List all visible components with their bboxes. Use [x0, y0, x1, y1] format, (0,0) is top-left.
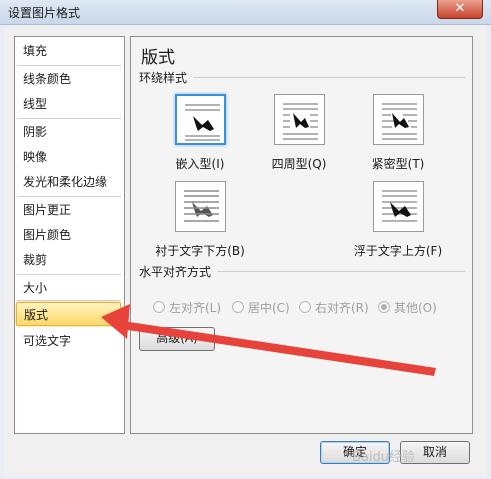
radio-circle [232, 301, 244, 313]
wrap-option-square[interactable] [274, 94, 325, 145]
nav-separator [17, 118, 121, 119]
nav-item-reflection[interactable]: 映像 [16, 145, 121, 169]
window-title: 设置图片格式 [8, 6, 81, 20]
behind-text-icon [184, 190, 219, 222]
nav-item-crop[interactable]: 裁剪 [16, 248, 121, 272]
wrap-option-label: 浮于文字上方(F) [353, 244, 443, 258]
nav-item-layout[interactable]: 版式 [16, 302, 121, 326]
radio-circle [378, 301, 390, 313]
nav-separator [17, 65, 121, 66]
close-button[interactable]: ✕ [437, 0, 483, 19]
radio-label: 左对齐(L) [169, 301, 222, 315]
panel-title: 版式 [141, 48, 175, 68]
wrap-option-tight[interactable] [373, 94, 424, 145]
tight-wrap-icon [382, 103, 417, 140]
nav-item-picture-color[interactable]: 图片颜色 [16, 223, 121, 247]
nav-item-size[interactable]: 大小 [16, 276, 121, 300]
wrap-option-label: 嵌入型(I) [175, 157, 225, 171]
group-divider [217, 271, 465, 272]
wrap-style-group-label: 环绕样式 [139, 71, 188, 85]
radio-label: 其他(O) [394, 301, 437, 315]
horizontal-align-group-label: 水平对齐方式 [139, 265, 212, 279]
advanced-button[interactable]: 高级(A) [139, 327, 215, 351]
inline-wrap-icon [185, 104, 220, 141]
nav-item-line-color[interactable]: 线条颜色 [16, 67, 121, 91]
nav-separator [17, 196, 121, 197]
group-divider [193, 77, 465, 78]
nav-item-glow-soft-edges[interactable]: 发光和柔化边缘 [16, 170, 121, 194]
wrap-option-inline[interactable] [175, 94, 226, 145]
in-front-text-icon [382, 190, 417, 222]
wrap-option-in-front-of-text[interactable] [373, 181, 424, 232]
nav-separator [17, 300, 121, 301]
radio-label: 居中(C) [248, 301, 290, 315]
radio-circle [299, 301, 311, 313]
watermark-logo: Baidu经验 [352, 450, 415, 465]
radio-circle [153, 301, 165, 313]
nav-separator [17, 274, 121, 275]
wrap-option-label: 四周型(Q) [271, 157, 327, 171]
wrap-option-label: 衬于文字下方(B) [155, 244, 245, 258]
dialog-body: 填充 线条颜色 线型 阴影 映像 发光和柔化边缘 图片更正 图片颜色 裁剪 大小… [4, 26, 487, 476]
align-other-radio[interactable]: 其他(O) [378, 299, 478, 316]
category-list: 填充 线条颜色 线型 阴影 映像 发光和柔化边缘 图片更正 图片颜色 裁剪 大小… [14, 36, 125, 434]
nav-item-picture-corrections[interactable]: 图片更正 [16, 198, 121, 222]
wrap-option-label: 紧密型(T) [371, 157, 425, 171]
layout-panel: 版式 环绕样式 嵌入型(I) 四周型(Q) 紧密型(T) 衬于文字下方(B) 浮… [130, 36, 473, 434]
square-wrap-icon [283, 103, 318, 140]
nav-item-alt-text[interactable]: 可选文字 [16, 329, 121, 353]
title-bar: 设置图片格式 ✕ [0, 0, 491, 25]
nav-item-line-style[interactable]: 线型 [16, 92, 121, 116]
wrap-option-behind-text[interactable] [175, 181, 226, 232]
nav-item-shadow[interactable]: 阴影 [16, 120, 121, 144]
radio-label: 右对齐(R) [315, 301, 369, 315]
nav-item-fill[interactable]: 填充 [16, 39, 121, 63]
